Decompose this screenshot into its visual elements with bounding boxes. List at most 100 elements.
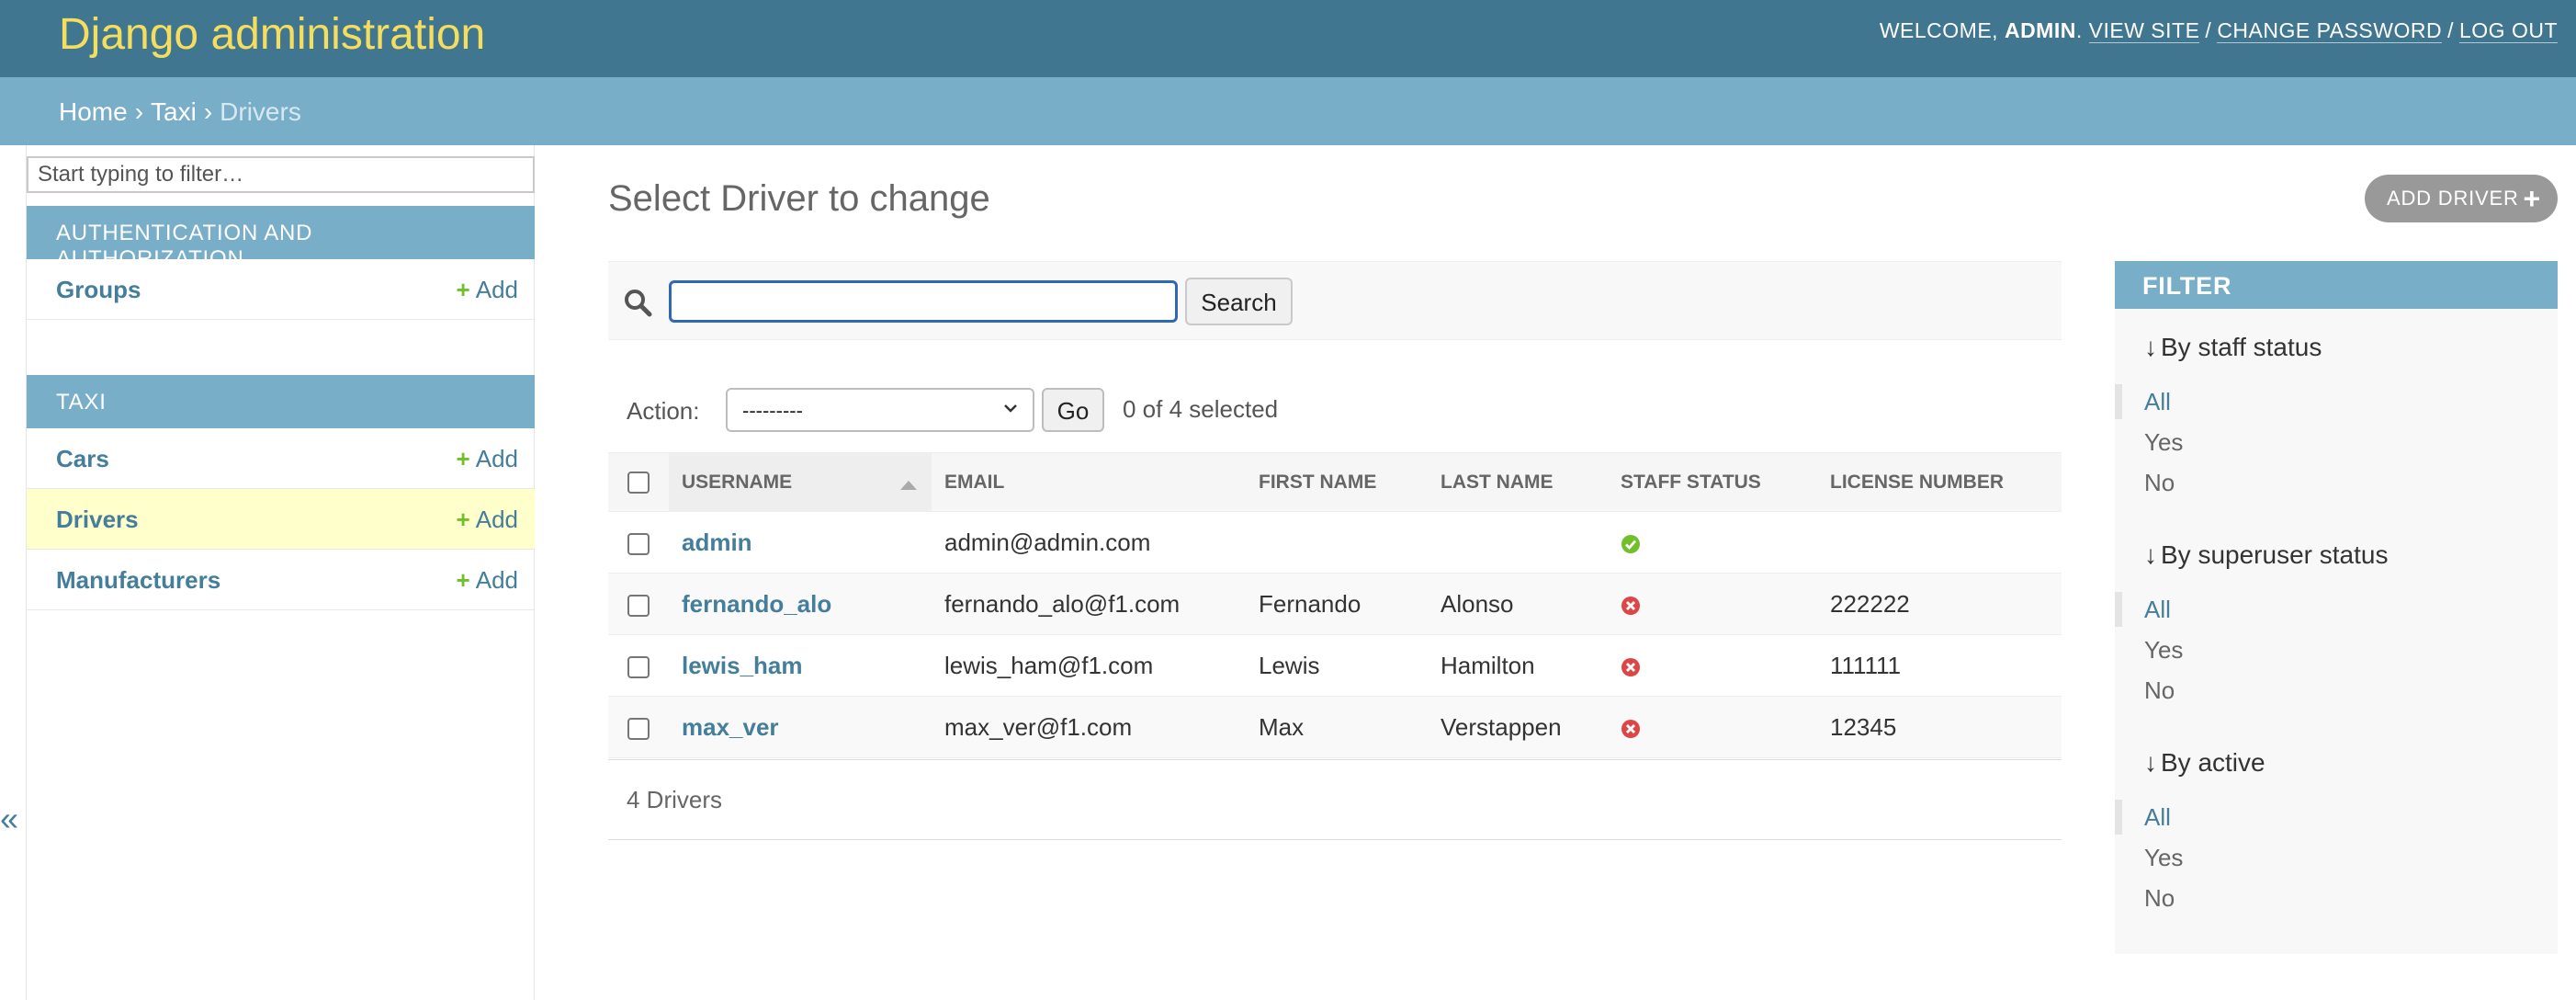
cell-email: fernando_alo@f1.com [932,573,1246,635]
selected-indicator [2115,800,2122,835]
filter-heading-label: By active [2161,748,2265,777]
change-password-link[interactable]: Change password [2217,18,2443,43]
go-button[interactable]: Go [1042,388,1104,432]
column-header-license-number[interactable]: License number [1817,452,2062,512]
breadcrumb-taxi[interactable]: Taxi [151,97,197,126]
filter-option-active-no[interactable]: No [2144,884,2175,913]
log-out-link[interactable]: Log out [2458,18,2558,43]
search-icon [625,290,652,317]
add-label: Add [475,445,518,472]
filter-option-staff-no[interactable]: No [2144,469,2175,497]
driver-link[interactable]: admin [682,528,752,556]
cell-last-name [1428,511,1608,574]
column-header-last-name[interactable]: Last name [1428,452,1608,512]
sort-ascending-icon[interactable] [900,481,917,490]
breadcrumb-current: Drivers [220,97,301,126]
cell-license-number: 222222 [1817,573,2062,635]
sidebar-collapse-toggle[interactable]: « [0,800,18,838]
action-label: Action: [627,397,700,425]
filter-option-active-yes[interactable]: Yes [2144,844,2183,872]
plus-icon: + [456,445,470,472]
results-table: Username Email First name Last name Staf… [608,452,2062,758]
action-select[interactable]: --------- [726,388,1034,432]
cell-staff-status [1608,511,1817,574]
sidebar-item-cars: Cars + Add [27,428,535,489]
sidebar-item-manufacturers-link[interactable]: Manufacturers [56,566,220,595]
row-select-cell [608,696,669,758]
search-button[interactable]: Search [1185,278,1293,325]
filter-heading-staff-status[interactable]: ↓ By staff status [2144,333,2322,362]
nav-filter-input[interactable] [27,156,535,193]
cell-email: admin@admin.com [932,511,1246,574]
filter-option-superuser-yes[interactable]: Yes [2144,636,2183,665]
row-select-checkbox[interactable] [627,655,650,678]
cell-staff-status [1608,573,1817,635]
filter-heading-label: By superuser status [2161,540,2389,569]
filter-option-superuser-no[interactable]: No [2144,676,2175,705]
cell-license-number: 111111 [1817,634,2062,697]
sidebar-item-drivers: Drivers + Add [27,489,535,550]
cell-first-name: Lewis [1246,634,1428,697]
breadcrumb-home[interactable]: Home [59,97,128,126]
filter-option-superuser-all[interactable]: All [2144,596,2171,624]
changelist-filter: Filter ↓ By staff status All Yes No ↓ By s… [2115,261,2558,954]
site-branding[interactable]: Django administration [59,9,485,60]
filter-option-active-all[interactable]: All [2144,803,2171,832]
view-site-link[interactable]: View site [2088,18,2200,43]
no-icon [1621,719,1640,738]
filter-heading-superuser-status[interactable]: ↓ By superuser status [2144,540,2388,570]
filter-heading-active[interactable]: ↓ By active [2144,748,2265,778]
sidebar-item-groups: Groups + Add [27,259,535,320]
driver-link[interactable]: max_ver [682,713,779,741]
add-label: Add [475,566,518,594]
search-input[interactable] [669,280,1178,323]
cell-email: max_ver@f1.com [932,696,1246,758]
column-label: First name [1259,471,1377,493]
module-caption-taxi[interactable]: Taxi [27,375,535,428]
add-manufacturers-link[interactable]: + Add [457,566,518,595]
driver-link[interactable]: lewis_ham [682,652,803,679]
add-driver-button[interactable]: Add Driver + [2365,175,2558,222]
filter-option-staff-all[interactable]: All [2144,388,2171,416]
plus-icon: + [456,566,470,594]
add-cars-link[interactable]: + Add [457,445,518,473]
row-select-checkbox[interactable] [627,717,650,740]
sidebar-item-drivers-link[interactable]: Drivers [56,506,139,534]
selected-indicator [2115,384,2122,419]
sidebar-item-cars-link[interactable]: Cars [56,445,109,473]
column-label: License number [1830,471,2005,493]
cell-last-name: Verstappen [1428,696,1608,758]
paginator: 4 Drivers [608,759,2062,840]
column-label: Staff status [1621,471,1761,493]
cell-email: lewis_ham@f1.com [932,634,1246,697]
column-header-first-name[interactable]: First name [1246,452,1428,512]
row-select-checkbox[interactable] [627,594,650,617]
select-all-checkbox[interactable] [627,471,650,494]
breadcrumb-separator: › [134,97,144,126]
table-row: fernando_alo fernando_alo@f1.com Fernando A… [608,573,2062,635]
table-row: max_ver max_ver@f1.com Max Verstappen 12345 [608,696,2062,758]
no-icon [1621,657,1640,676]
add-label: Add [475,506,518,533]
cell-license-number: 12345 [1817,696,2062,758]
column-header-staff-status[interactable]: Staff status [1608,452,1817,512]
sidebar-item-groups-link[interactable]: Groups [56,276,141,304]
cell-staff-status [1608,696,1817,758]
nav-sidebar: Authentication and Authorization Groups … [26,145,535,1000]
table-header-row: Username Email First name Last name Staf… [608,452,2062,512]
breadcrumb-separator: › [203,97,213,126]
column-label: Username [682,471,793,493]
filter-option-staff-yes[interactable]: Yes [2144,428,2183,457]
row-select-checkbox[interactable] [627,532,650,555]
selection-counter: 0 of 4 selected [1123,395,1279,423]
add-groups-link[interactable]: + Add [457,276,518,304]
cell-first-name [1246,511,1428,574]
driver-link[interactable]: fernando_alo [682,590,831,618]
filter-heading-label: By staff status [2161,333,2322,361]
column-label: Email [944,471,1005,493]
column-header-email[interactable]: Email [932,452,1246,512]
column-header-username[interactable]: Username [669,452,932,512]
table-row: admin admin@admin.com [608,511,2062,574]
add-drivers-link[interactable]: + Add [457,506,518,534]
module-caption-auth[interactable]: Authentication and Authorization [27,206,535,271]
